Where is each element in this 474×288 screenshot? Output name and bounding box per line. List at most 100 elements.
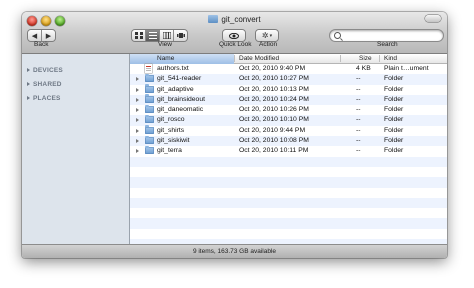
empty-row	[130, 218, 447, 229]
disclosure-triangle-icon	[27, 96, 30, 100]
search-label: Search	[377, 41, 398, 48]
table-row[interactable]: git_adaptive Oct 20, 2010 10:13 PM -- Folde…	[130, 84, 447, 95]
file-kind: Folder	[384, 126, 404, 134]
file-size: --	[356, 116, 361, 124]
back-label: Back	[34, 41, 49, 48]
back-button[interactable]: ◀	[28, 30, 42, 41]
column-header-name[interactable]: Name	[130, 54, 234, 64]
file-date-modified: Oct 20, 2010 10:08 PM	[239, 137, 309, 145]
disclosure-triangle-icon[interactable]	[136, 128, 139, 133]
forward-button[interactable]: ▶	[42, 30, 55, 41]
file-kind: Folder	[384, 95, 404, 103]
column-view-button[interactable]	[160, 30, 174, 41]
file-name: authors.txt	[157, 65, 189, 72]
table-row[interactable]: git_rosco Oct 20, 2010 10:10 PM -- Folder	[130, 114, 447, 126]
table-row[interactable]: authors.txt Oct 20, 2010 9:40 PM 4 KB Plain…	[130, 64, 447, 74]
disclosure-triangle-icon[interactable]	[136, 108, 139, 113]
quicklook-control	[223, 30, 245, 41]
sidebar-section-places[interactable]: PLACES	[27, 95, 61, 102]
file-date-modified: Oct 20, 2010 10:13 PM	[239, 85, 309, 93]
search-input[interactable]	[342, 31, 438, 40]
empty-row	[130, 229, 447, 239]
folder-icon	[145, 104, 154, 114]
sidebar: DEVICES SHARED PLACES	[22, 54, 130, 244]
file-name: git_rosco	[157, 116, 185, 124]
file-kind: Folder	[384, 75, 404, 83]
file-kind: Folder	[384, 116, 404, 124]
action-label: Action	[259, 41, 278, 48]
disclosure-triangle-icon[interactable]	[136, 77, 139, 82]
back-forward-control: ◀ ▶	[28, 30, 55, 41]
icon-view-button[interactable]	[132, 30, 146, 41]
folder-icon	[145, 94, 154, 103]
column-header-kind[interactable]: Kind	[384, 55, 397, 64]
table-row[interactable]: git_terra Oct 20, 2010 10:11 PM -- Folder	[130, 145, 447, 156]
table-row[interactable]: git_brainsideout Oct 20, 2010 10:24 PM -- F…	[130, 94, 447, 106]
window-title: git_convert	[221, 15, 261, 24]
back-arrow-icon: ◀	[31, 32, 38, 40]
empty-row	[130, 197, 447, 209]
empty-row	[130, 188, 447, 198]
disclosure-triangle-icon	[27, 68, 30, 72]
sidebar-section-devices[interactable]: DEVICES	[27, 67, 63, 74]
folder-icon	[145, 114, 154, 124]
empty-row	[130, 156, 447, 167]
file-name: git_brainsideout	[157, 95, 205, 103]
coverflow-view-button[interactable]	[174, 30, 187, 41]
empty-row	[130, 167, 447, 177]
file-size: --	[356, 75, 361, 83]
sidebar-section-shared[interactable]: SHARED	[27, 81, 62, 88]
table-row[interactable]: git_541-reader Oct 20, 2010 10:27 PM -- Fol…	[130, 73, 447, 85]
disclosure-triangle-icon[interactable]	[136, 87, 139, 92]
status-bar: 9 items, 163.73 GB available	[22, 244, 447, 258]
file-size: --	[356, 137, 361, 145]
quicklook-label: Quick Look	[219, 41, 252, 48]
column-separator	[379, 55, 380, 62]
folder-icon	[208, 15, 219, 23]
file-kind: Folder	[384, 85, 404, 93]
search-icon	[334, 32, 341, 39]
chevron-down-icon: ▾	[269, 32, 273, 39]
file-size: --	[356, 95, 361, 103]
table-row[interactable]: git_siskiwit Oct 20, 2010 10:08 PM -- Folde…	[130, 135, 447, 147]
action-button[interactable]: ✲ ▾	[256, 30, 278, 41]
file-name: git_daneomatic	[157, 106, 204, 114]
table-row[interactable]: git_daneomatic Oct 20, 2010 10:26 PM -- Fol…	[130, 104, 447, 115]
file-size: --	[356, 106, 361, 114]
file-date-modified: Oct 20, 2010 10:11 PM	[239, 147, 309, 155]
file-date-modified: Oct 20, 2010 9:44 PM	[239, 126, 306, 134]
file-name: git_siskiwit	[157, 137, 190, 145]
file-size: --	[356, 147, 361, 155]
disclosure-triangle-icon[interactable]	[136, 149, 139, 154]
column-separator	[340, 55, 341, 62]
icon-view-icon	[134, 32, 143, 39]
forward-arrow-icon: ▶	[45, 32, 52, 40]
file-size: --	[356, 85, 361, 93]
disclosure-triangle-icon[interactable]	[136, 139, 139, 144]
folder-icon	[145, 84, 154, 93]
file-list: Name Date Modified Size Kind authors.txt…	[130, 54, 447, 250]
gear-icon: ✲	[261, 31, 269, 40]
file-date-modified: Oct 20, 2010 10:26 PM	[239, 106, 309, 114]
action-control: ✲ ▾	[256, 30, 278, 41]
table-row[interactable]: git_shirts Oct 20, 2010 9:44 PM -- Folder	[130, 125, 447, 136]
file-date-modified: Oct 20, 2010 10:27 PM	[239, 75, 309, 83]
view-label: View	[158, 41, 172, 48]
toolbar-toggle-button[interactable]	[425, 15, 441, 22]
file-kind: Folder	[384, 137, 404, 145]
column-header: Name Date Modified Size Kind	[130, 54, 447, 64]
disclosure-triangle-icon[interactable]	[136, 118, 139, 123]
list-view-button[interactable]	[146, 30, 160, 41]
file-name: git_adaptive	[157, 85, 194, 93]
column-header-size[interactable]: Size	[359, 55, 372, 64]
search-field[interactable]	[330, 30, 443, 41]
file-name: git_541-reader	[157, 75, 202, 83]
quicklook-button[interactable]	[223, 30, 245, 41]
column-header-date[interactable]: Date Modified	[239, 55, 279, 64]
window-title-bar: git_convert	[22, 15, 447, 24]
file-date-modified: Oct 20, 2010 10:24 PM	[239, 95, 309, 103]
file-kind: Folder	[384, 147, 404, 155]
file-rows: authors.txt Oct 20, 2010 9:40 PM 4 KB Plain…	[130, 64, 447, 250]
coverflow-view-icon	[176, 33, 185, 38]
disclosure-triangle-icon[interactable]	[136, 97, 139, 102]
